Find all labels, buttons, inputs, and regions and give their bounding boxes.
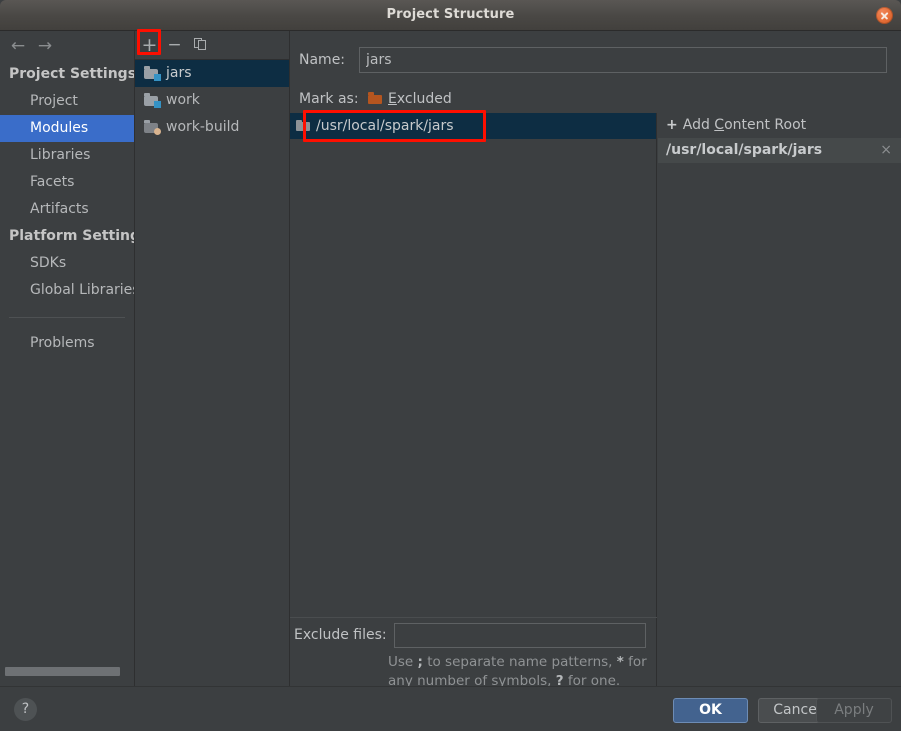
copy-icon bbox=[194, 38, 207, 51]
dialog-body: ← → Project Settings Project Modules Lib… bbox=[0, 31, 901, 689]
add-content-root-button[interactable]: + Add Content Root bbox=[658, 113, 901, 138]
apply-button[interactable]: Apply bbox=[816, 698, 892, 723]
sidebar-item-modules[interactable]: Modules bbox=[0, 115, 134, 142]
sidebar-group-platform-settings: Platform Settings bbox=[9, 228, 135, 244]
module-label: work bbox=[166, 92, 200, 108]
sidebar-navigation: ← → bbox=[0, 31, 134, 61]
content-root-entry[interactable]: /usr/local/spark/jars × bbox=[658, 138, 901, 163]
name-label: Name: bbox=[299, 52, 346, 68]
remove-content-root-icon[interactable]: × bbox=[880, 138, 892, 163]
ok-button[interactable]: OK bbox=[673, 698, 748, 723]
sidebar-item-facets[interactable]: Facets bbox=[0, 169, 134, 196]
module-name-input[interactable] bbox=[359, 47, 887, 73]
excluded-folder-icon bbox=[368, 92, 383, 106]
folder-icon bbox=[296, 119, 310, 131]
window-title: Project Structure bbox=[386, 7, 515, 22]
mark-as-row: Mark as: Excluded bbox=[290, 87, 901, 111]
project-structure-dialog: Project Structure ← → Project Settings P… bbox=[0, 0, 901, 731]
hint-part-2: to separate name patterns, bbox=[422, 654, 617, 670]
module-item-work-build[interactable]: work-build bbox=[135, 114, 289, 141]
sidebar-item-sdks[interactable]: SDKs bbox=[0, 250, 134, 277]
back-arrow-icon[interactable]: ← bbox=[6, 36, 30, 56]
help-button[interactable]: ? bbox=[14, 698, 37, 721]
sidebar-item-problems[interactable]: Problems bbox=[0, 330, 134, 357]
content-roots-sidebar: + Add Content Root /usr/local/spark/jars … bbox=[658, 113, 901, 618]
window-titlebar: Project Structure bbox=[0, 0, 901, 31]
sidebar-group-project-settings: Project Settings bbox=[9, 66, 135, 82]
add-content-root-mnemonic: C bbox=[714, 117, 725, 133]
module-label: work-build bbox=[166, 119, 240, 135]
content-roots-list: /usr/local/spark/jars bbox=[290, 113, 657, 618]
mark-as-excluded-button[interactable]: Excluded bbox=[368, 87, 452, 111]
content-root-entry-path: /usr/local/spark/jars bbox=[666, 142, 823, 158]
content-root-row[interactable]: /usr/local/spark/jars bbox=[290, 113, 656, 139]
module-folder-icon bbox=[144, 120, 161, 135]
add-content-root-label-prefix: Add bbox=[682, 117, 715, 133]
hint-part-1: Use bbox=[388, 654, 418, 670]
exclude-files-input[interactable] bbox=[394, 623, 646, 648]
sidebar-horizontal-scrollbar[interactable] bbox=[5, 667, 120, 676]
add-content-root-label-rest: ontent Root bbox=[724, 117, 807, 133]
sidebar-list: Project Settings Project Modules Librari… bbox=[0, 61, 134, 357]
remove-module-button[interactable]: − bbox=[163, 34, 186, 57]
sidebar-item-libraries[interactable]: Libraries bbox=[0, 142, 134, 169]
sidebar-item-global-libraries[interactable]: Global Libraries bbox=[0, 277, 134, 304]
settings-sidebar: ← → Project Settings Project Modules Lib… bbox=[0, 31, 135, 686]
close-icon[interactable] bbox=[876, 7, 893, 24]
name-row: Name: bbox=[290, 47, 901, 73]
module-label: jars bbox=[166, 65, 192, 81]
sidebar-item-artifacts[interactable]: Artifacts bbox=[0, 196, 134, 223]
modules-toolbar: + − bbox=[135, 31, 289, 60]
hint-star: * bbox=[616, 654, 624, 670]
sidebar-item-project[interactable]: Project bbox=[0, 88, 134, 115]
module-folder-icon bbox=[144, 93, 161, 108]
module-content-panel: Name: Mark as: Excluded /usr/local/spark… bbox=[290, 31, 901, 689]
content-root-path: /usr/local/spark/jars bbox=[316, 118, 454, 134]
sidebar-divider bbox=[9, 317, 125, 318]
modules-panel: + − jars work work-build bbox=[135, 31, 290, 686]
dialog-footer: ? OK Cancel Apply bbox=[0, 686, 901, 731]
module-item-work[interactable]: work bbox=[135, 87, 289, 114]
module-item-jars[interactable]: jars bbox=[135, 60, 289, 87]
mark-as-label: Mark as: bbox=[299, 91, 359, 107]
module-folder-icon bbox=[144, 66, 161, 81]
add-module-button[interactable]: + bbox=[138, 34, 161, 57]
exclude-files-block: Exclude files: Use ; to separate name pa… bbox=[290, 618, 657, 689]
plus-icon: + bbox=[666, 117, 678, 133]
copy-module-button[interactable] bbox=[189, 34, 212, 57]
forward-arrow-icon[interactable]: → bbox=[33, 36, 57, 56]
mark-as-text: xcluded bbox=[396, 91, 452, 107]
exclude-files-label: Exclude files: bbox=[294, 627, 387, 643]
modules-list: jars work work-build bbox=[135, 60, 289, 686]
mark-as-mnemonic: E bbox=[388, 91, 397, 107]
